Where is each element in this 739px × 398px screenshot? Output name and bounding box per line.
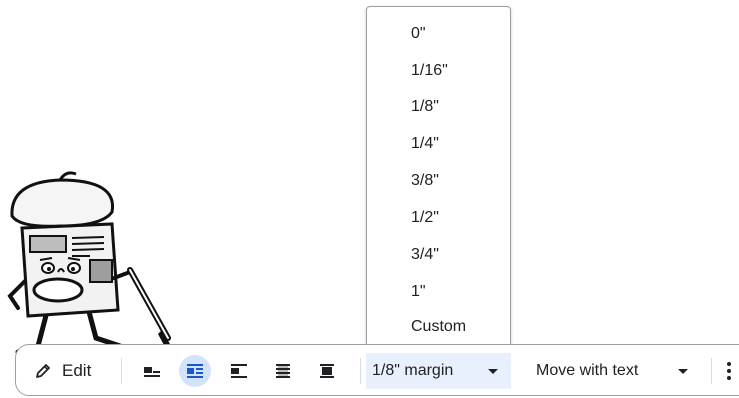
wrap-text-button[interactable] (179, 355, 211, 387)
wrap-text-icon (187, 364, 203, 378)
menu-item-1-8[interactable]: 1/8" (411, 97, 439, 117)
pencil-icon (36, 364, 50, 378)
in-front-of-text-button[interactable] (311, 355, 343, 387)
menu-item-1-2[interactable]: 1/2" (411, 208, 439, 228)
more-options-button[interactable] (722, 357, 736, 385)
menu-item-3-4[interactable]: 3/4" (411, 245, 439, 265)
toolbar-separator (711, 358, 712, 384)
toolbar-separator (121, 358, 122, 384)
image-options-toolbar: Edit 1/8" margin Move with text (15, 344, 739, 396)
menu-item-1-16[interactable]: 1/16" (411, 61, 448, 81)
menu-item-1[interactable]: 1" (411, 282, 426, 302)
more-vert-icon-dot (727, 376, 731, 380)
margin-dropdown-label: 1/8" margin (372, 362, 454, 379)
edit-button[interactable]: Edit (34, 358, 91, 384)
inline-button[interactable] (136, 355, 168, 387)
caret-down-icon (678, 369, 688, 374)
break-text-icon (231, 364, 247, 378)
inline-icon (144, 367, 160, 377)
menu-item-custom[interactable]: Custom (411, 317, 466, 337)
position-dropdown[interactable]: Move with text (526, 353, 701, 389)
edit-label: Edit (62, 361, 92, 380)
menu-item-1-4[interactable]: 1/4" (411, 134, 439, 154)
position-dropdown-label: Move with text (536, 362, 639, 379)
newspaper-painter-illustration (7, 171, 178, 360)
menu-item-0[interactable]: 0" (411, 24, 426, 44)
more-vert-icon (727, 362, 731, 366)
toolbar-separator (360, 358, 361, 384)
image-options-ui: 0" 1/16" 1/8" 1/4" 3/8" 1/2" 3/4" 1" Cus… (0, 0, 739, 398)
caret-down-icon (488, 369, 498, 374)
behind-text-icon (276, 364, 290, 378)
break-text-button[interactable] (223, 355, 255, 387)
in-front-of-text-icon (320, 364, 334, 378)
margin-dropdown-menu: 0" 1/16" 1/8" 1/4" 3/8" 1/2" 3/4" 1" Cus… (366, 6, 511, 354)
more-vert-icon-dot (727, 369, 731, 373)
menu-item-3-8[interactable]: 3/8" (411, 171, 439, 191)
behind-text-button[interactable] (267, 355, 299, 387)
margin-dropdown[interactable]: 1/8" margin (366, 353, 511, 389)
